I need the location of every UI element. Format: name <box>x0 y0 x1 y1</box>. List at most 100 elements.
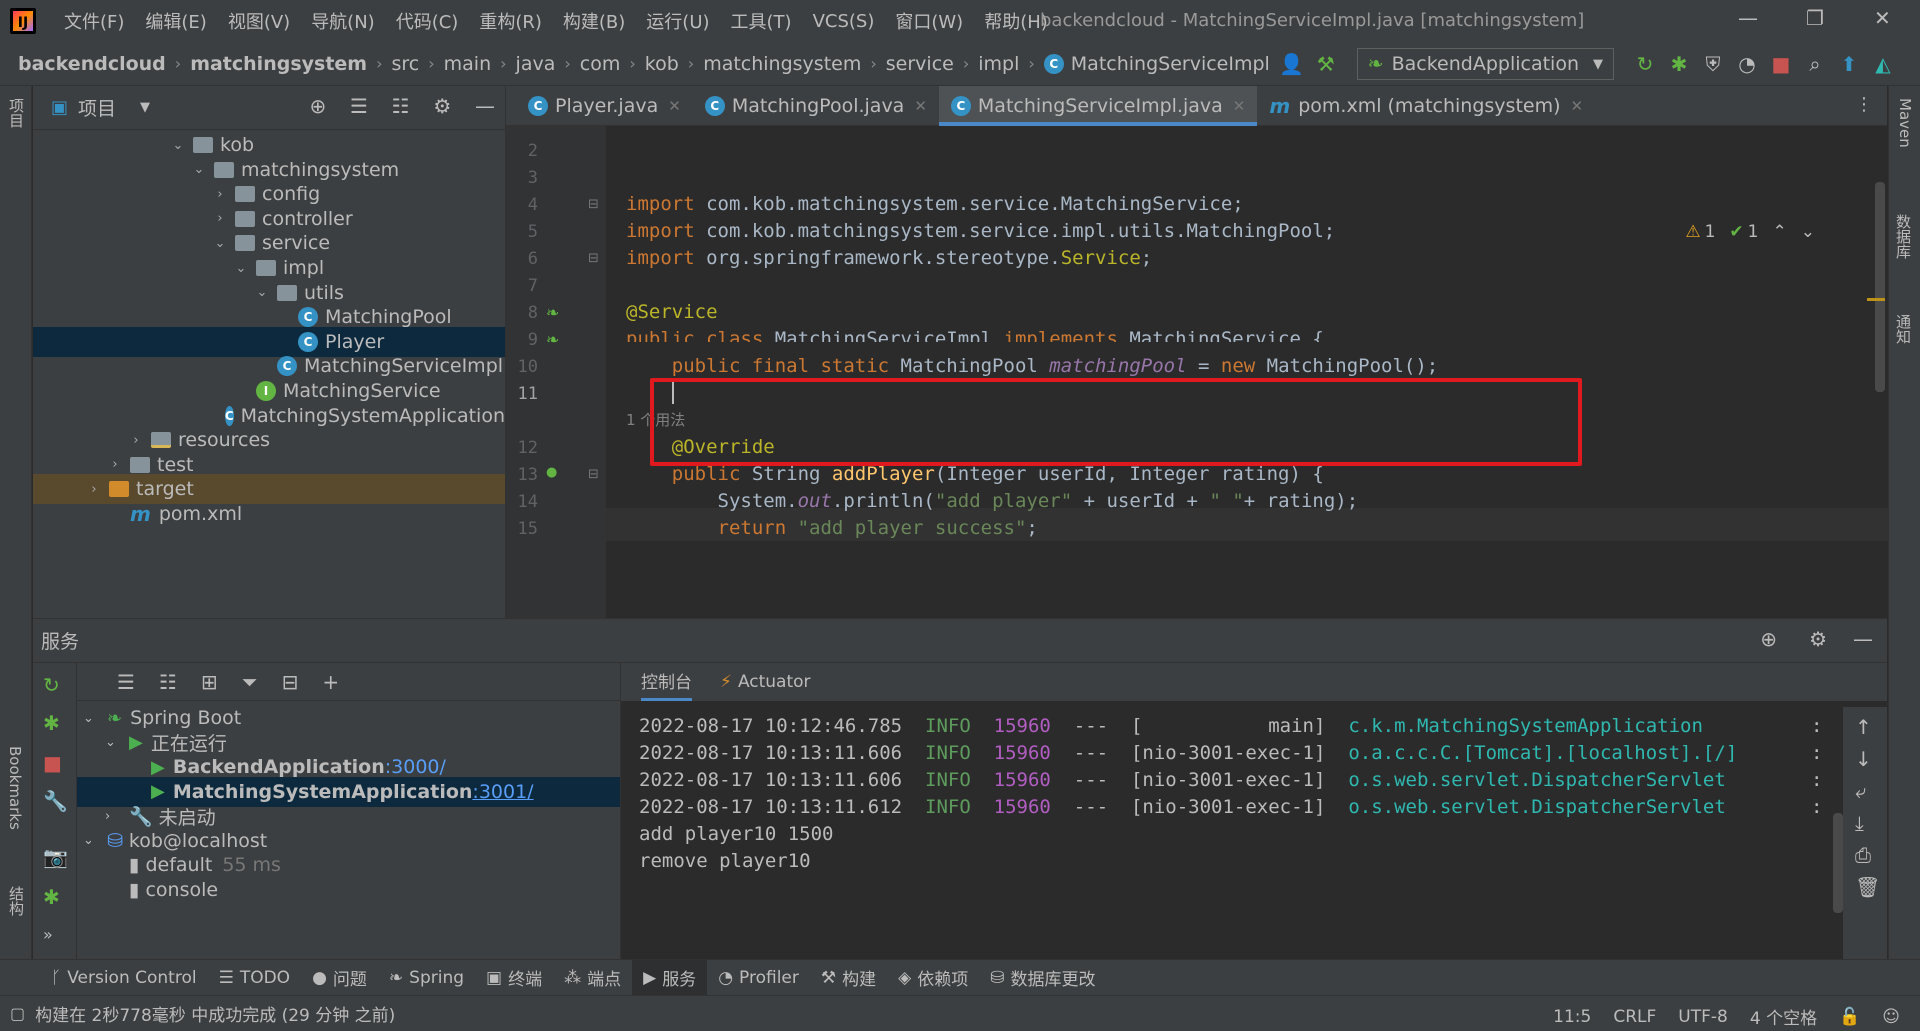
camera-icon[interactable]: 📷 <box>43 845 68 869</box>
tool-window-tab[interactable]: ▶ 服务 <box>632 959 708 996</box>
fold-icon[interactable]: ⊟ <box>588 197 599 212</box>
breadcrumb-item[interactable]: matchingsystem <box>190 53 367 75</box>
add-icon[interactable]: + <box>322 670 339 694</box>
tool-window-tab[interactable]: ◔ Profiler <box>707 960 810 996</box>
editor-scrollbar[interactable] <box>1875 182 1885 392</box>
debug-icon[interactable]: ✱ <box>43 885 60 909</box>
tree-item[interactable]: m pom.xml <box>33 499 505 529</box>
structure-tool-tab[interactable]: 结构 <box>6 886 27 916</box>
maven-tool-tab[interactable]: Maven <box>1896 98 1914 148</box>
scroll-to-end-icon[interactable]: ⤓ <box>1855 811 1864 835</box>
menu-item[interactable]: 重构(R) <box>479 8 542 34</box>
chevron-up-icon[interactable]: ⌃ <box>1773 222 1787 242</box>
trash-icon[interactable]: 🗑 <box>1855 875 1880 899</box>
menu-item[interactable]: 帮助(H) <box>984 8 1048 34</box>
console-tab[interactable]: 控制台 <box>641 663 692 701</box>
arrow-down-icon[interactable]: ↓ <box>1855 747 1872 771</box>
tool-window-tab[interactable]: ☰ TODO <box>208 960 302 996</box>
run-config-select[interactable]: ❧ BackendApplication ▼ <box>1356 48 1614 80</box>
spring-bean-icon[interactable]: ❧ <box>546 303 559 322</box>
stop-icon[interactable]: ■ <box>1764 47 1798 81</box>
gear-icon[interactable]: ⚙ <box>1809 627 1827 651</box>
close-tab-icon[interactable]: ✕ <box>1571 97 1584 115</box>
breadcrumb-item[interactable]: impl <box>978 53 1019 75</box>
stop-icon[interactable]: ■ <box>43 751 62 775</box>
build-hammer-icon[interactable]: ⚒ <box>1309 47 1343 81</box>
expand-all-icon[interactable]: ☰ <box>117 670 135 694</box>
breadcrumb-item[interactable]: java <box>516 53 556 75</box>
restore-icon[interactable]: ❐ <box>1806 6 1824 30</box>
breadcrumb-item[interactable]: C MatchingServiceImpl <box>1043 53 1270 75</box>
project-panel-title[interactable]: 项目 <box>78 94 116 121</box>
new-tab-icon[interactable]: ⊟ <box>282 670 299 694</box>
spring-bean-icon[interactable]: ❧ <box>546 330 559 349</box>
file-encoding[interactable]: UTF-8 <box>1678 1007 1728 1027</box>
debug-icon[interactable]: ✱ <box>43 711 60 735</box>
caret-position[interactable]: 11:5 <box>1553 1007 1591 1027</box>
fold-icon[interactable]: ⊟ <box>588 467 599 482</box>
notifications-tool-tab[interactable]: 通知 <box>1893 314 1914 344</box>
user-icon[interactable]: 👤 <box>1275 47 1309 81</box>
tool-window-tab[interactable]: ᚴ Version Control <box>40 960 208 996</box>
editor-tab[interactable]: C Player.java ✕ <box>516 86 693 126</box>
debug-icon[interactable]: ✱ <box>1662 47 1696 81</box>
implements-icon[interactable]: ● <box>546 465 557 480</box>
menu-item[interactable]: 工具(T) <box>731 8 792 34</box>
search-icon[interactable]: ⌕ <box>1798 47 1832 81</box>
editor-tab[interactable]: C MatchingServiceImpl.java ✕ <box>938 85 1258 126</box>
hide-icon[interactable]: — <box>475 94 495 118</box>
fold-icon[interactable]: ⊟ <box>588 251 599 266</box>
more-icon[interactable]: » <box>43 925 53 944</box>
indent-setting[interactable]: 4 个空格 <box>1750 1004 1817 1029</box>
chevron-down-icon[interactable]: ⌄ <box>1801 222 1815 242</box>
close-tab-icon[interactable]: ✕ <box>1233 97 1246 115</box>
plugin-icon[interactable]: ◭ <box>1866 47 1900 81</box>
menu-item[interactable]: 文件(F) <box>64 8 124 34</box>
tool-window-tab[interactable]: ▣ 终端 <box>475 960 553 996</box>
menu-item[interactable]: VCS(S) <box>813 11 875 32</box>
breadcrumb-item[interactable]: src <box>392 53 420 75</box>
menu-item[interactable]: 窗口(W) <box>895 8 963 34</box>
lock-icon[interactable]: 🔓 <box>1839 1007 1860 1027</box>
status-message[interactable]: 构建在 2秒778毫秒 中成功完成 (29 分钟 之前) <box>35 1001 395 1026</box>
soft-wrap-icon[interactable]: ⤶ <box>1855 779 1866 803</box>
print-icon[interactable]: ⎙ <box>1855 843 1871 867</box>
inspection-widget[interactable]: ⚠ 1 ✔ 1 ⌃ ⌄ <box>1685 222 1815 242</box>
tool-window-tab[interactable]: ⛁ 数据库更改 <box>979 960 1106 996</box>
hide-icon[interactable]: — <box>1853 627 1873 651</box>
more-tabs-icon[interactable]: ⋮ <box>1855 94 1873 115</box>
breadcrumb-item[interactable]: main <box>444 53 491 75</box>
minimize-icon[interactable]: — <box>1738 6 1758 30</box>
menu-item[interactable]: 运行(U) <box>646 8 709 34</box>
group-icon[interactable]: ⊞ <box>201 670 218 694</box>
collapse-all-icon[interactable]: ☷ <box>392 94 410 118</box>
tool-window-tab[interactable]: ⁂ 端点 <box>553 960 632 996</box>
locate-icon[interactable]: ⊕ <box>309 94 326 118</box>
expand-all-icon[interactable]: ☰ <box>350 94 368 118</box>
editor-tab[interactable]: m pom.xml (matchingsystem) ✕ <box>1257 86 1595 126</box>
rerun-icon[interactable]: ↻ <box>43 673 60 697</box>
breadcrumb-item[interactable]: backendcloud <box>18 53 166 75</box>
console-scrollbar[interactable] <box>1833 813 1843 913</box>
tool-window-tab[interactable]: ⚒ 构建 <box>810 960 887 996</box>
filter-icon[interactable]: ⏷ <box>242 670 258 694</box>
menu-item[interactable]: 导航(N) <box>311 8 375 34</box>
breadcrumb-item[interactable]: com <box>580 53 621 75</box>
console-tab[interactable]: ⚡ Actuator <box>720 663 811 701</box>
menu-item[interactable]: 代码(C) <box>396 8 459 34</box>
inspector-icon[interactable]: ☺ <box>1882 1007 1900 1027</box>
locate-icon[interactable]: ⊕ <box>1760 627 1777 651</box>
update-icon[interactable]: ⬆ <box>1832 47 1866 81</box>
breadcrumb-item[interactable]: matchingsystem <box>703 53 861 75</box>
rerun-icon[interactable]: ↻ <box>1628 47 1662 81</box>
line-separator[interactable]: CRLF <box>1613 1007 1656 1027</box>
service-port[interactable]: :3001/ <box>472 781 533 803</box>
chevron-down-icon[interactable]: ▼ <box>140 100 150 115</box>
breadcrumb-item[interactable]: kob <box>645 53 679 75</box>
menu-item[interactable]: 视图(V) <box>228 8 290 34</box>
service-port[interactable]: :3000/ <box>385 756 446 778</box>
gear-icon[interactable]: ⚙ <box>433 94 451 118</box>
close-icon[interactable]: ✕ <box>1874 6 1891 30</box>
tool-window-tab[interactable]: ❧ Spring <box>378 960 475 996</box>
menu-item[interactable]: 构建(B) <box>563 8 625 34</box>
